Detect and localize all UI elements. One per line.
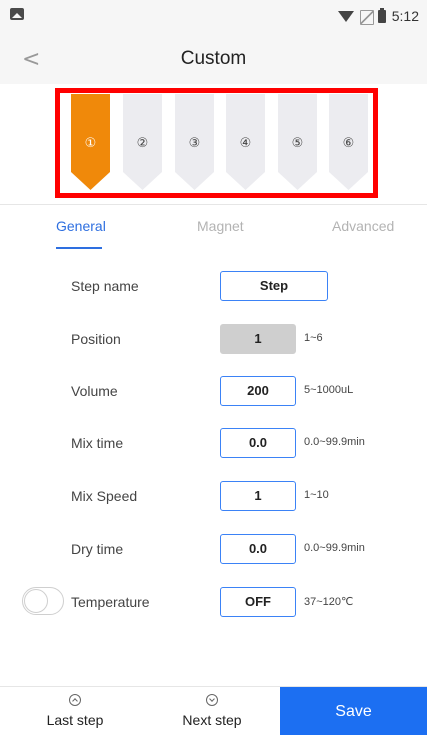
no-sim-icon [359, 9, 374, 25]
status-time: 5:12 [391, 8, 419, 24]
mix-time-range: 0.0~99.9min [304, 436, 365, 448]
step-tab-5[interactable]: ⑤ [278, 94, 317, 190]
status-bar: 5:12 [0, 0, 427, 34]
tab-advanced[interactable]: Advanced [332, 218, 394, 234]
position-value: 1 [220, 324, 296, 354]
save-button[interactable]: Save [280, 687, 427, 735]
step-tab-4[interactable]: ④ [226, 94, 265, 190]
tab-general[interactable]: General [56, 218, 106, 234]
wifi-icon [337, 10, 354, 22]
status-icons: 5:12 [337, 7, 419, 25]
temperature-row: Temperature OFF 37~120℃ [0, 587, 427, 617]
volume-row: Volume 200 5~1000uL [0, 376, 427, 406]
dry-time-range: 0.0~99.9min [304, 542, 365, 554]
next-step-button[interactable]: Next step [142, 687, 282, 735]
mix-time-label: Mix time [71, 435, 124, 451]
chevron-up-icon [69, 694, 81, 706]
divider [0, 204, 427, 205]
app-header: < Custom [0, 34, 427, 84]
temperature-toggle[interactable] [22, 587, 64, 615]
temperature-range: 37~120℃ [304, 596, 354, 608]
toggle-knob [24, 589, 48, 613]
position-range: 1~6 [304, 332, 323, 344]
mix-time-row: Mix time 0.0 0.0~99.9min [0, 428, 427, 458]
step-number: ③ [188, 136, 201, 151]
step-tab-1[interactable]: ① [71, 94, 110, 190]
last-step-label: Last step [46, 712, 104, 728]
tab-bar: General Magnet Advanced [0, 212, 427, 252]
volume-label: Volume [71, 383, 118, 399]
step-number: ⑤ [291, 136, 304, 151]
step-selector: ① ② ③ ④ ⑤ ⑥ [0, 84, 427, 204]
dry-time-row: Dry time 0.0 0.0~99.9min [0, 534, 427, 564]
step-name-row: Step name Step [0, 271, 427, 301]
volume-range: 5~1000uL [304, 384, 354, 396]
mix-time-input[interactable]: 0.0 [220, 428, 296, 458]
step-tab-6[interactable]: ⑥ [329, 94, 368, 190]
dry-time-label: Dry time [71, 541, 124, 557]
image-icon [10, 8, 24, 20]
mix-speed-row: Mix Speed 1 1~10 [0, 481, 427, 511]
step-number: ④ [239, 136, 252, 151]
mix-speed-input[interactable]: 1 [220, 481, 296, 511]
page-title: Custom [180, 48, 247, 69]
last-step-button[interactable]: Last step [5, 687, 145, 735]
step-number: ② [136, 136, 149, 151]
tab-underline [56, 247, 102, 249]
next-step-label: Next step [182, 712, 242, 728]
mix-speed-range: 1~10 [304, 489, 329, 501]
tab-magnet[interactable]: Magnet [197, 218, 244, 234]
step-number: ① [84, 136, 97, 151]
battery-icon [377, 7, 386, 23]
step-name-label: Step name [71, 278, 139, 294]
volume-input[interactable]: 200 [220, 376, 296, 406]
step-number: ⑥ [342, 136, 355, 151]
step-name-input[interactable]: Step [220, 271, 328, 301]
chevron-down-icon [206, 694, 218, 706]
dry-time-input[interactable]: 0.0 [220, 534, 296, 564]
step-tab-3[interactable]: ③ [175, 94, 214, 190]
step-tab-2[interactable]: ② [123, 94, 162, 190]
temperature-label: Temperature [71, 594, 150, 610]
temperature-input[interactable]: OFF [220, 587, 296, 617]
mix-speed-label: Mix Speed [71, 488, 138, 504]
position-row: Position 1 1~6 [0, 324, 427, 354]
bottom-bar: Last step Next step Save [0, 686, 427, 735]
position-label: Position [71, 331, 121, 347]
